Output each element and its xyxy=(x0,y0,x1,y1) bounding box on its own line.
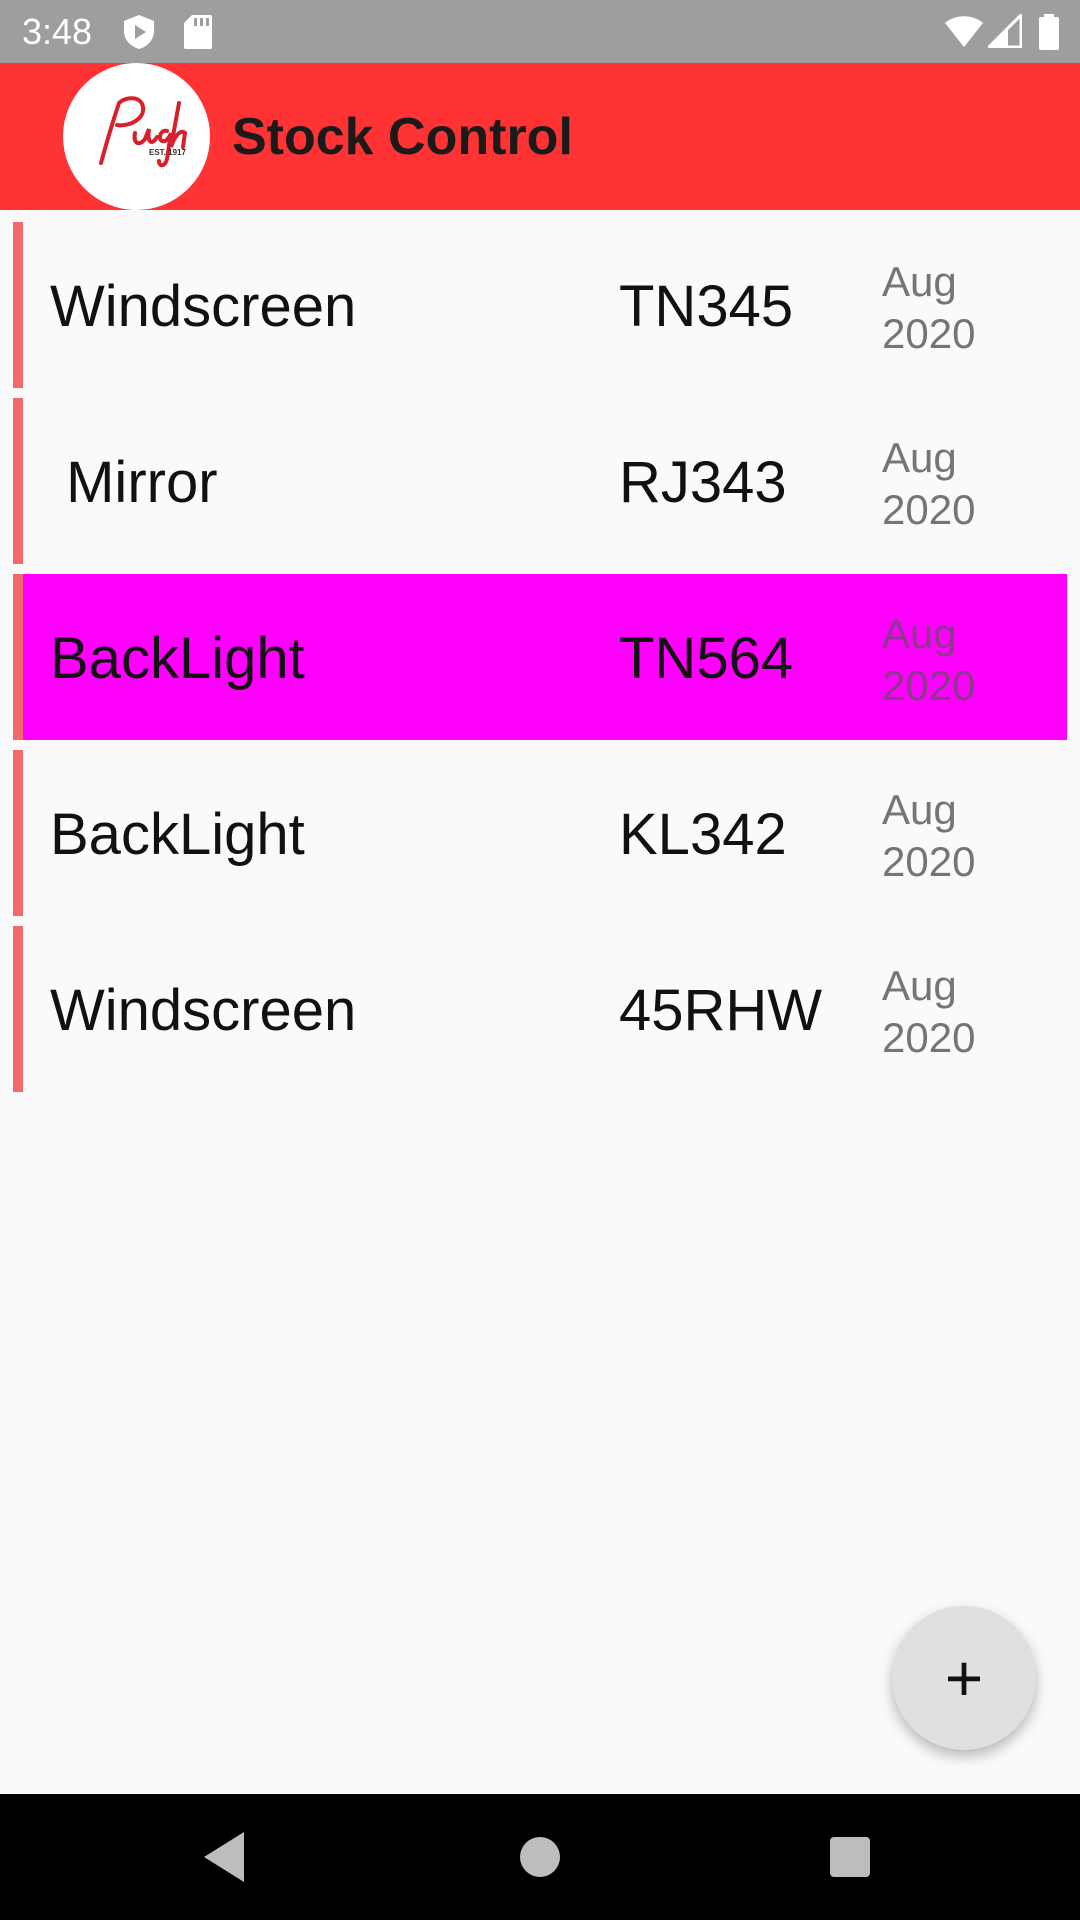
app-title: Stock Control xyxy=(232,108,573,166)
stock-list-item-selected[interactable]: BackLight TN564 Aug 2020 xyxy=(13,574,1067,740)
add-icon: + xyxy=(944,1641,984,1715)
status-bar: 3:48 xyxy=(0,0,1080,63)
row-accent-bar xyxy=(13,926,23,1092)
item-date-month: Aug xyxy=(882,786,957,833)
item-date-month: Aug xyxy=(882,962,957,1009)
item-date-month: Aug xyxy=(882,434,957,481)
svg-text:EST. 1917: EST. 1917 xyxy=(149,148,186,157)
item-date-year: 2020 xyxy=(882,1014,976,1061)
stock-list-item[interactable]: BackLight KL342 Aug 2020 xyxy=(13,750,1067,916)
item-code: 45RHW xyxy=(619,978,823,1043)
item-code: KL342 xyxy=(619,802,787,867)
battery-icon xyxy=(1039,14,1059,50)
item-date-month: Aug xyxy=(882,258,957,305)
company-logo: EST. 1917 xyxy=(63,63,210,210)
pugh-logo-icon: EST. 1917 xyxy=(99,96,188,168)
item-date-year: 2020 xyxy=(882,838,976,885)
row-accent-bar xyxy=(13,750,23,916)
row-accent-bar xyxy=(13,574,23,740)
shield-play-icon xyxy=(124,15,154,49)
item-name: Windscreen xyxy=(50,274,357,339)
item-code: TN564 xyxy=(619,626,794,691)
recents-icon[interactable] xyxy=(817,1824,883,1890)
item-date-year: 2020 xyxy=(882,310,976,357)
status-time: 3:48 xyxy=(22,11,93,52)
screen: 3:48 EST. 1917 Stock Control Windscreen … xyxy=(0,0,1080,1920)
system-nav-bar xyxy=(0,1794,1080,1920)
item-name: Mirror xyxy=(50,450,218,515)
item-date: Aug 2020 xyxy=(882,784,1042,888)
sd-card-icon xyxy=(184,15,212,49)
row-accent-bar xyxy=(13,222,23,388)
item-date-month: Aug xyxy=(882,610,957,657)
stock-list-item[interactable]: Windscreen 45RHW Aug 2020 xyxy=(13,926,1067,1092)
item-name: Windscreen xyxy=(50,978,357,1043)
item-name: BackLight xyxy=(50,802,305,867)
app-bar: EST. 1917 Stock Control xyxy=(0,63,1080,210)
back-icon[interactable] xyxy=(192,1824,258,1890)
item-date-year: 2020 xyxy=(882,662,976,709)
item-date-year: 2020 xyxy=(882,486,976,533)
row-accent-bar xyxy=(13,398,23,564)
item-date: Aug 2020 xyxy=(882,960,1042,1064)
item-code: RJ343 xyxy=(619,450,787,515)
stock-list-item[interactable]: Mirror RJ343 Aug 2020 xyxy=(13,398,1067,564)
wifi-icon xyxy=(945,16,983,47)
home-icon[interactable] xyxy=(507,1824,573,1890)
item-date: Aug 2020 xyxy=(882,432,1042,536)
item-code: TN345 xyxy=(619,274,794,339)
cellular-signal-icon xyxy=(988,14,1022,48)
item-name: BackLight xyxy=(50,626,305,691)
item-date: Aug 2020 xyxy=(882,256,1042,360)
add-item-fab[interactable]: + xyxy=(892,1606,1036,1750)
item-date: Aug 2020 xyxy=(882,608,1042,712)
stock-list-item[interactable]: Windscreen TN345 Aug 2020 xyxy=(13,222,1067,388)
